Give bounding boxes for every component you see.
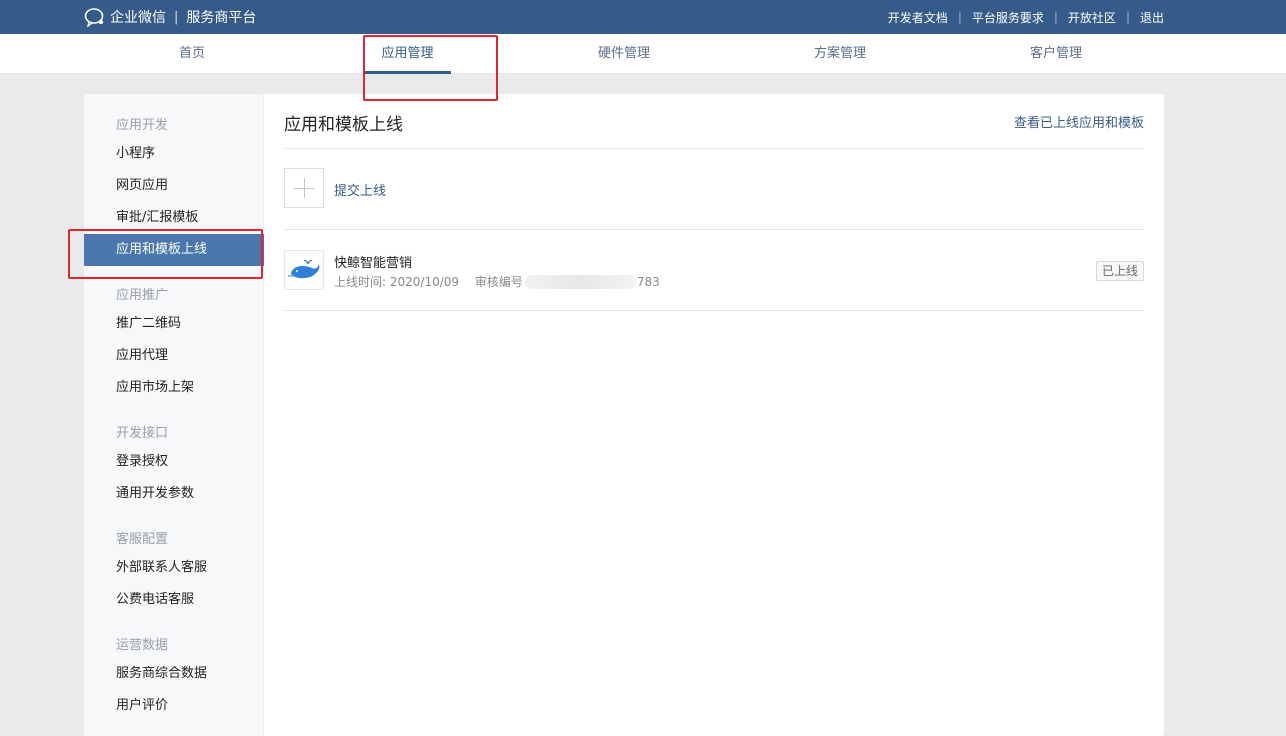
sidebar-item-promo-qrcode[interactable]: 推广二维码 [84,308,264,340]
sidebar-item-app-agent[interactable]: 应用代理 [84,340,264,372]
sidebar-group-title: 应用开发 [116,118,169,133]
review-label: 审核编号 [474,275,523,289]
redacted-region [524,274,637,289]
sidebar-item-provider-data[interactable]: 服务商综合数据 [84,658,264,690]
sidebar-group-title: 客服配置 [116,532,169,547]
sidebar-item-approval-template[interactable]: 审批/汇报模板 [84,202,264,234]
divider [284,148,1144,149]
link-divider: | [1125,10,1130,24]
wecom-logo-icon [84,8,104,27]
sidebar-group-title: 开发接口 [116,426,169,441]
sidebar-item-app-market[interactable]: 应用市场上架 [84,372,264,404]
sidebar-item-mini-program[interactable]: 小程序 [84,138,264,170]
nav-customer-management[interactable]: 客户管理 [1016,34,1096,74]
main-nav: 首页 应用管理 硬件管理 方案管理 客户管理 [0,34,1286,74]
divider [284,229,1144,230]
sidebar-item-dev-params[interactable]: 通用开发参数 [84,478,264,510]
brand-subtitle: 服务商平台 [186,10,257,26]
app-logo [284,250,324,290]
brand-name: 企业微信 [110,10,166,26]
page-title: 应用和模板上线 [284,115,403,135]
sidebar-item-phone-service[interactable]: 公费电话客服 [84,584,264,616]
add-icon[interactable] [284,168,324,208]
sidebar-item-app-template-launch[interactable]: 应用和模板上线 [84,234,264,266]
nav-home[interactable]: 首页 [162,34,222,74]
sidebar-item-user-reviews[interactable]: 用户评价 [84,690,264,722]
content-card: 应用开发 小程序 网页应用 审批/汇报模板 应用和模板上线 应用推广 推广二维码… [84,94,1164,736]
sidebar-item-web-app[interactable]: 网页应用 [84,170,264,202]
developer-docs-link[interactable]: 开发者文档 [888,9,948,26]
logout-link[interactable]: 退出 [1140,9,1164,26]
nav-solution-management[interactable]: 方案管理 [800,34,880,74]
open-community-link[interactable]: 开放社区 [1068,9,1116,26]
platform-requirements-link[interactable]: 平台服务要求 [972,9,1044,26]
view-launched-link[interactable]: 查看已上线应用和模板 [1014,112,1144,131]
brand-separator: | [174,9,179,25]
nav-hardware-management[interactable]: 硬件管理 [584,34,664,74]
review-number-suffix: 783 [636,275,660,289]
sidebar-item-external-contact-service[interactable]: 外部联系人客服 [84,552,264,584]
status-badge: 已上线 [1095,261,1144,281]
sidebar-group-title: 运营数据 [116,638,169,653]
top-bar: 企业微信 | 服务商平台 开发者文档 | 平台服务要求 | 开放社区 | 退出 [0,0,1286,34]
submit-launch-link[interactable]: 提交上线 [334,180,386,199]
app-name[interactable]: 快鲸智能营销 [334,252,412,271]
top-links: 开发者文档 | 平台服务要求 | 开放社区 | 退出 [888,0,1164,34]
sidebar: 应用开发 小程序 网页应用 审批/汇报模板 应用和模板上线 应用推广 推广二维码… [84,94,264,736]
sidebar-item-login-auth[interactable]: 登录授权 [84,446,264,478]
nav-app-management[interactable]: 应用管理 [364,34,451,74]
app-meta: 上线时间: 2020/10/09 审核编号 783 [334,273,660,291]
divider [284,310,1144,311]
launch-date: 上线时间: 2020/10/09 [334,275,460,289]
link-divider: | [957,10,962,24]
brand[interactable]: 企业微信 | 服务商平台 [84,0,256,34]
sidebar-group-title: 应用推广 [116,288,169,303]
whale-icon [288,260,320,279]
link-divider: | [1053,10,1058,24]
